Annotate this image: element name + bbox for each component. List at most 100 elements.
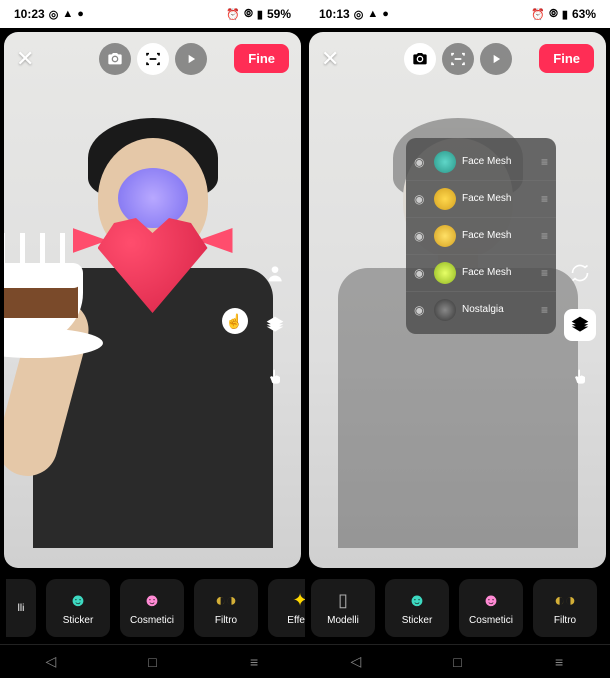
triangle-icon: ▲ (62, 8, 73, 20)
tab-cosmetici[interactable]: ☻ Cosmetici (459, 579, 523, 637)
sticker-icon: ☻ (408, 590, 427, 611)
messenger-icon: ● (77, 8, 84, 20)
tab-filtro[interactable]: ◐◑ Filtro (533, 579, 597, 637)
status-bar: 10:23 ◎ ▲ ● ⏰ ⦾ ▮ 59% (0, 0, 305, 28)
top-controls: ✕ Fine (309, 44, 606, 73)
layers-panel: ◉ Face Mesh ≡ ◉ Face Mesh ≡ ◉ Face Mesh … (406, 138, 556, 334)
drag-handle-icon[interactable]: ≡ (541, 303, 548, 317)
heart-sticker (88, 168, 218, 298)
play-icon[interactable] (480, 43, 512, 75)
alarm-icon: ⏰ (226, 8, 240, 21)
nav-recent-icon[interactable]: ≡ (539, 654, 579, 670)
eye-icon[interactable]: ◉ (414, 155, 428, 169)
tab-label: Filtro (215, 615, 237, 626)
cosmetic-icon: ☻ (482, 590, 501, 611)
side-tools (564, 257, 596, 393)
layer-thumb (434, 151, 456, 173)
play-icon[interactable] (175, 43, 207, 75)
layer-row[interactable]: ◉ Face Mesh ≡ (406, 144, 556, 181)
android-nav: ◁ □ ≡ (305, 644, 610, 678)
triangle-icon: ▲ (367, 8, 378, 20)
tab-filtro[interactable]: ◐◑ Filtro (194, 579, 258, 637)
drag-handle-icon[interactable]: ≡ (541, 266, 548, 280)
close-icon[interactable]: ✕ (321, 46, 339, 72)
layer-row[interactable]: ◉ Nostalgia ≡ (406, 292, 556, 328)
tshirt-logo: ☝ (222, 308, 248, 334)
nav-home-icon[interactable]: □ (437, 654, 477, 670)
tab-sticker[interactable]: ☻ Sticker (385, 579, 449, 637)
screen-right: 10:13 ◎ ▲ ● ⏰ ⦾ ▮ 63% ✕ (305, 0, 610, 678)
signal-icon: ▮ (562, 8, 568, 21)
wifi-icon: ⦾ (244, 8, 253, 21)
instagram-icon: ◎ (49, 8, 59, 21)
model-icon: ▯ (338, 590, 348, 611)
tab-label: Filtro (554, 615, 576, 626)
effect-icon: ✦ (292, 590, 305, 611)
status-bar: 10:13 ◎ ▲ ● ⏰ ⦾ ▮ 63% (305, 0, 610, 28)
tab-modelli[interactable]: ▯ Modelli (311, 579, 375, 637)
battery-percent: 63% (572, 7, 596, 21)
tab-label: lli (18, 603, 25, 614)
layer-row[interactable]: ◉ Face Mesh ≡ (406, 181, 556, 218)
tab-label: Cosmetici (469, 615, 513, 626)
cosmetic-icon: ☻ (143, 590, 162, 611)
layer-thumb (434, 299, 456, 321)
battery-percent: 59% (267, 7, 291, 21)
scan-icon[interactable] (442, 43, 474, 75)
layer-label: Nostalgia (462, 304, 535, 315)
camera-icon[interactable] (404, 43, 436, 75)
eye-icon[interactable]: ◉ (414, 192, 428, 206)
tab-modelli-partial[interactable]: lli (6, 579, 36, 637)
close-icon[interactable]: ✕ (16, 46, 34, 72)
layer-label: Face Mesh (462, 230, 535, 241)
layers-icon[interactable] (564, 309, 596, 341)
camera-viewport: ✕ Fine (309, 32, 606, 568)
nav-back-icon[interactable]: ◁ (31, 653, 71, 670)
android-nav: ◁ □ ≡ (0, 644, 305, 678)
bottom-tabs: ▯ Modelli ☻ Sticker ☻ Cosmetici ◐◑ Filtr… (305, 572, 610, 644)
side-tools (259, 257, 291, 393)
sticker-icon: ☻ (69, 590, 88, 611)
layer-thumb (434, 262, 456, 284)
layer-thumb (434, 225, 456, 247)
touch-icon[interactable] (259, 361, 291, 393)
instagram-icon: ◎ (354, 8, 364, 21)
camera-viewport: ✕ Fine (4, 32, 301, 568)
screen-left: 10:23 ◎ ▲ ● ⏰ ⦾ ▮ 59% ✕ (0, 0, 305, 678)
eye-icon[interactable]: ◉ (414, 229, 428, 243)
scan-icon[interactable] (137, 43, 169, 75)
sync-icon[interactable] (564, 257, 596, 289)
drag-handle-icon[interactable]: ≡ (541, 192, 548, 206)
layer-row[interactable]: ◉ Face Mesh ≡ (406, 218, 556, 255)
nav-back-icon[interactable]: ◁ (336, 653, 376, 670)
tab-label: Sticker (402, 615, 433, 626)
camera-icon[interactable] (99, 43, 131, 75)
tab-cosmetici[interactable]: ☻ Cosmetici (120, 579, 184, 637)
layers-icon[interactable] (259, 309, 291, 341)
wifi-icon: ⦾ (549, 8, 558, 21)
fine-button[interactable]: Fine (539, 44, 594, 73)
messenger-icon: ● (382, 8, 389, 20)
subject-person: ☝ (33, 98, 273, 568)
tab-effetti[interactable]: ✦ Effetti (268, 579, 305, 637)
filter-icon: ◐◑ (215, 590, 237, 611)
fine-button[interactable]: Fine (234, 44, 289, 73)
drag-handle-icon[interactable]: ≡ (541, 229, 548, 243)
top-controls: ✕ Fine (4, 44, 301, 73)
touch-icon[interactable] (564, 361, 596, 393)
tab-label: Effetti (287, 615, 305, 626)
bottom-tabs: lli ☻ Sticker ☻ Cosmetici ◐◑ Filtro ✦ Ef… (0, 572, 305, 644)
tab-label: Modelli (327, 615, 359, 626)
nav-recent-icon[interactable]: ≡ (234, 654, 274, 670)
tab-sticker[interactable]: ☻ Sticker (46, 579, 110, 637)
nav-home-icon[interactable]: □ (132, 654, 172, 670)
filter-icon: ◐◑ (554, 590, 576, 611)
eye-icon[interactable]: ◉ (414, 303, 428, 317)
tab-label: Cosmetici (130, 615, 174, 626)
tab-label: Sticker (63, 615, 94, 626)
drag-handle-icon[interactable]: ≡ (541, 155, 548, 169)
layer-row[interactable]: ◉ Face Mesh ≡ (406, 255, 556, 292)
layer-label: Face Mesh (462, 267, 535, 278)
person-icon[interactable] (259, 257, 291, 289)
eye-icon[interactable]: ◉ (414, 266, 428, 280)
